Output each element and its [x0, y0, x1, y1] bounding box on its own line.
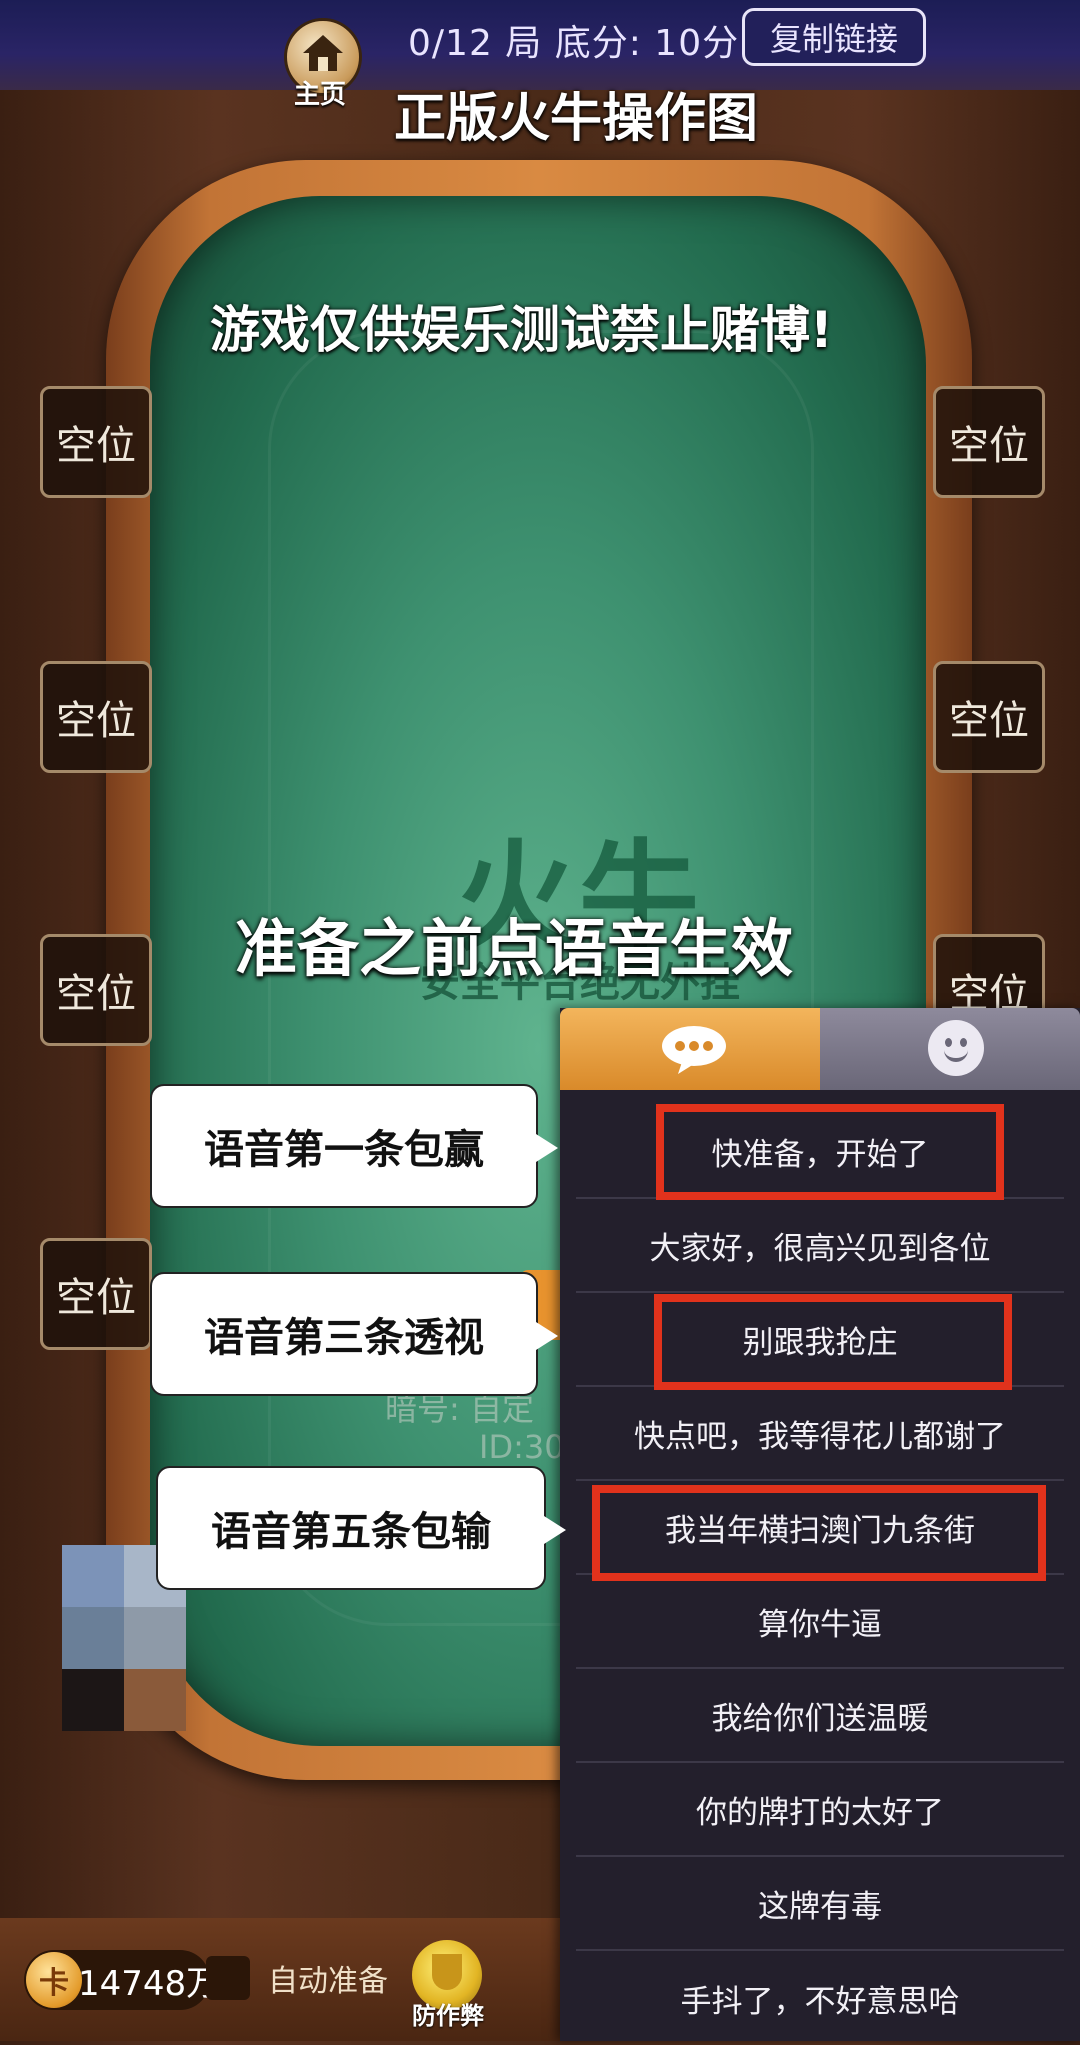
round-info: 0/12 局 底分: 10分	[408, 23, 740, 64]
room-id: ID:30	[479, 1428, 565, 1466]
chat-phrase-1[interactable]: 快准备，开始了	[576, 1105, 1064, 1199]
seat-left-4[interactable]: 空位	[40, 1238, 152, 1350]
chat-phrase-8[interactable]: 你的牌打的太好了	[576, 1763, 1064, 1857]
seat-left-1[interactable]: 空位	[40, 386, 152, 498]
callout-first-text: 语音第一条包赢	[204, 1127, 484, 1173]
callout-first: 语音第一条包赢	[150, 1084, 558, 1208]
chat-phrase-6[interactable]: 算你牛逼	[576, 1575, 1064, 1669]
warning-text: 游戏仅供娱乐测试禁止赌博!	[210, 301, 833, 359]
speech-bubble-icon	[662, 1026, 726, 1074]
copy-link-button[interactable]: 复制链接	[742, 8, 926, 66]
chat-phrase-7[interactable]: 我给你们送温暖	[576, 1669, 1064, 1763]
chat-phrase-3[interactable]: 别跟我抢庄	[576, 1293, 1064, 1387]
room-info: 暗号: 自定 ID:30	[385, 1390, 565, 1466]
smiley-face-icon	[928, 1020, 984, 1076]
seat-right-1[interactable]: 空位	[933, 386, 1045, 498]
coin-icon: 卡	[26, 1952, 82, 2008]
center-note: 准备之前点语音生效	[235, 912, 794, 985]
banner-title: 正版火牛操作图	[394, 89, 759, 149]
chat-phrase-9[interactable]: 这牌有毒	[576, 1857, 1064, 1951]
callout-third: 语音第三条透视	[150, 1272, 558, 1396]
chat-phrase-4[interactable]: 快点吧，我等得花儿都谢了	[576, 1387, 1064, 1481]
seat-left-2[interactable]: 空位	[40, 661, 152, 773]
anti-cheat-label: 防作弊	[412, 2002, 484, 2030]
chat-phrase-5[interactable]: 我当年横扫澳门九条街	[576, 1481, 1064, 1575]
home-label: 主页	[294, 80, 347, 110]
home-icon	[303, 35, 343, 71]
callout-fifth-text: 语音第五条包输	[211, 1509, 491, 1555]
auto-ready-checkbox[interactable]	[206, 1956, 250, 2000]
seat-left-3[interactable]: 空位	[40, 934, 152, 1046]
auto-ready-label: 自动准备	[268, 1964, 388, 1999]
coin-balance: 14748万	[78, 1964, 221, 2004]
callout-pointer	[544, 1516, 566, 1544]
callout-third-text: 语音第三条透视	[204, 1315, 484, 1361]
seat-right-2[interactable]: 空位	[933, 661, 1045, 773]
callout-fifth: 语音第五条包输	[156, 1466, 566, 1590]
chat-phrase-2[interactable]: 大家好，很高兴见到各位	[576, 1199, 1064, 1293]
callout-pointer	[536, 1134, 558, 1162]
chat-phrase-10[interactable]: 手抖了，不好意思哈	[576, 1951, 1064, 2045]
callout-pointer	[536, 1322, 558, 1350]
